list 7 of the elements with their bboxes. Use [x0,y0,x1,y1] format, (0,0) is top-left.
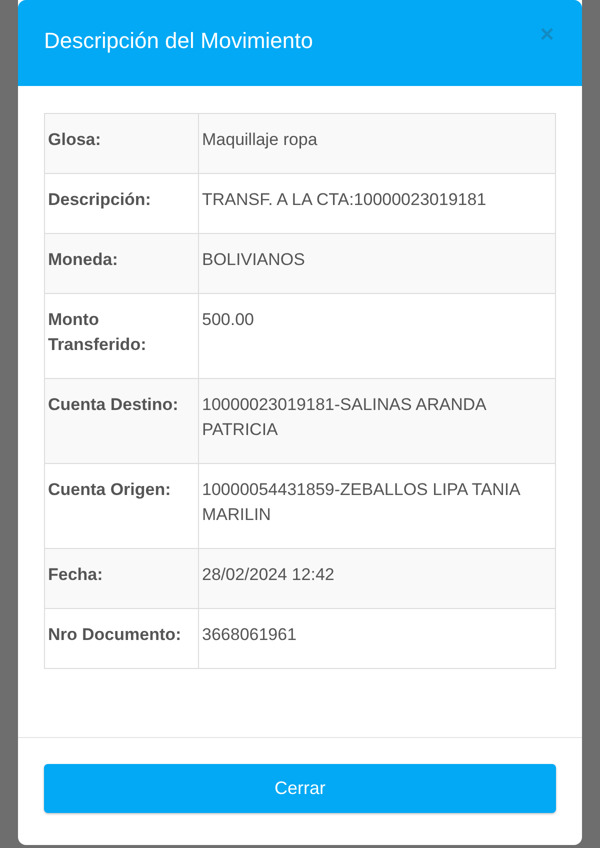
table-cell: Glosa: [44,114,198,174]
dialog-title: Descripción del Movimiento [44,28,313,54]
table-cell: Maquillaje ropa [198,114,556,174]
close-dialog-button[interactable]: Cerrar [44,764,556,813]
close-button[interactable]: × [538,21,556,49]
table-cell: 3668061961 [198,608,556,668]
table-cell: Nro Documento: [44,608,198,668]
